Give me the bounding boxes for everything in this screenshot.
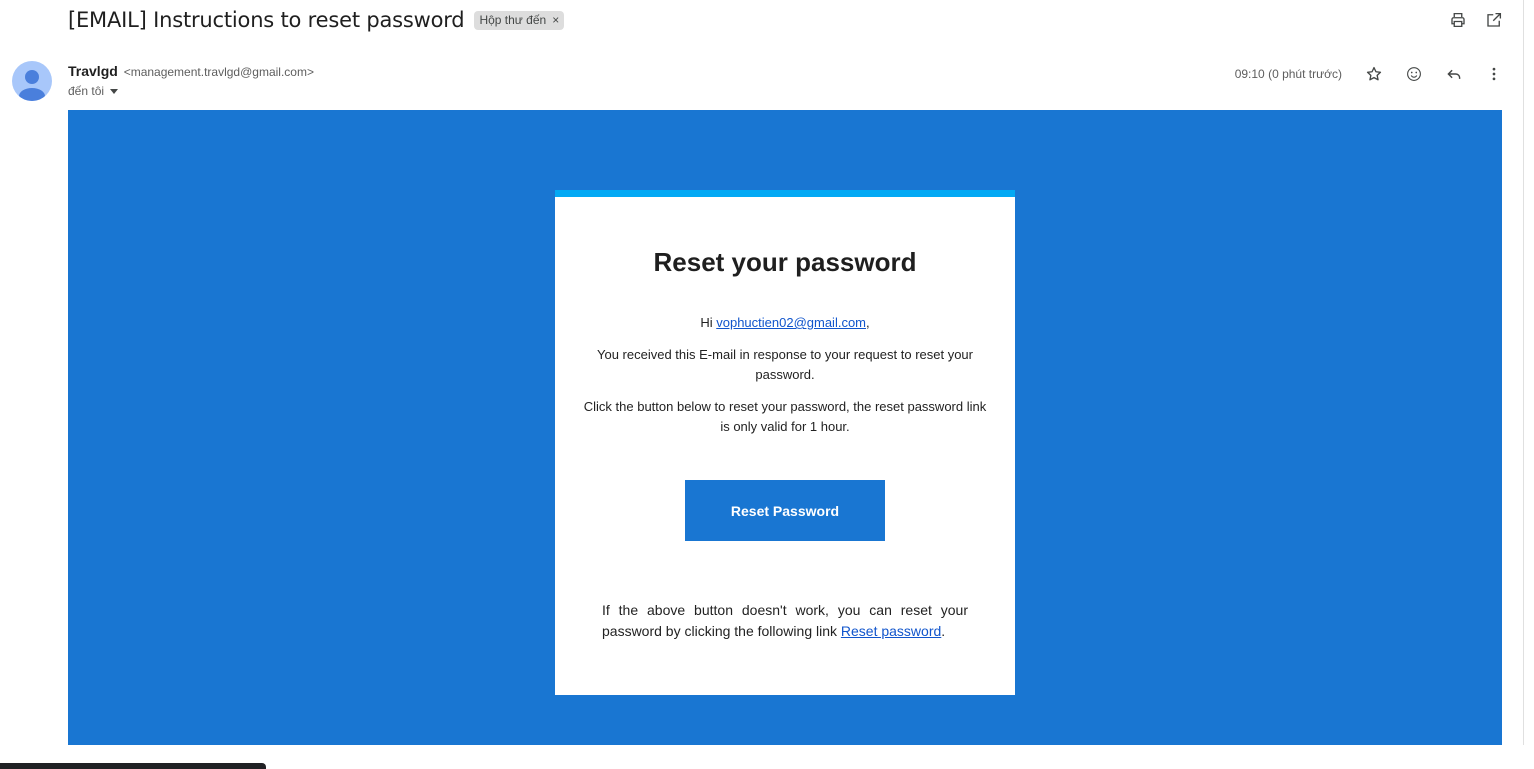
email-view: [EMAIL] Instructions to reset password H… — [0, 0, 1534, 769]
scrollbar[interactable] — [1523, 0, 1524, 745]
sender-name[interactable]: Travlgd — [68, 63, 118, 79]
recipient-email-link[interactable]: vophuctien02@gmail.com — [716, 315, 866, 330]
star-icon[interactable] — [1364, 62, 1384, 86]
subject-actions — [1448, 8, 1504, 32]
greeting-prefix: Hi — [700, 315, 717, 330]
message-actions: 09:10 (0 phút trước) — [1235, 62, 1504, 86]
email-subject: [EMAIL] Instructions to reset password — [68, 8, 465, 32]
fallback-paragraph: If the above button doesn't work, you ca… — [602, 600, 968, 642]
open-in-new-window-icon[interactable] — [1484, 8, 1504, 32]
reset-password-button[interactable]: Reset Password — [685, 480, 885, 541]
intro-paragraph: You received this E-mail in response to … — [597, 347, 973, 382]
bottom-panel-edge — [0, 763, 266, 769]
message-timestamp: 09:10 (0 phút trước) — [1234, 67, 1342, 81]
sender-line: Travlgd <management.travlgd@gmail.com> — [68, 63, 314, 79]
print-icon[interactable] — [1448, 8, 1468, 32]
reset-password-link[interactable]: Reset password — [841, 623, 941, 639]
card-title: Reset your password — [653, 247, 917, 277]
chevron-down-icon[interactable] — [110, 88, 119, 94]
greeting-suffix: , — [866, 315, 870, 330]
recipient-details-toggle[interactable]: đến tôi — [68, 84, 119, 98]
remove-label-button[interactable]: × — [552, 13, 559, 27]
subject-row: [EMAIL] Instructions to reset password H… — [68, 4, 565, 36]
inbox-label-chip[interactable]: Hộp thư đến × — [474, 10, 565, 30]
sender-email: <management.travlgd@gmail.com> — [123, 65, 314, 79]
sender-avatar[interactable] — [12, 61, 52, 101]
greeting: Hi vophuctien02@gmail.com, — [583, 313, 987, 333]
more-vert-icon[interactable] — [1484, 62, 1504, 86]
emoji-icon[interactable] — [1404, 62, 1424, 86]
inbox-label-text: Hộp thư đến — [479, 13, 547, 27]
reply-icon[interactable] — [1444, 62, 1464, 86]
fallback-end: . — [941, 623, 946, 639]
instruction-paragraph: Click the button below to reset your pas… — [583, 399, 987, 434]
email-body: Reset your password Hi vophuctien02@gmai… — [68, 110, 1502, 745]
recipient-text: đến tôi — [68, 84, 105, 98]
reset-card: Reset your password Hi vophuctien02@gmai… — [555, 190, 1015, 695]
